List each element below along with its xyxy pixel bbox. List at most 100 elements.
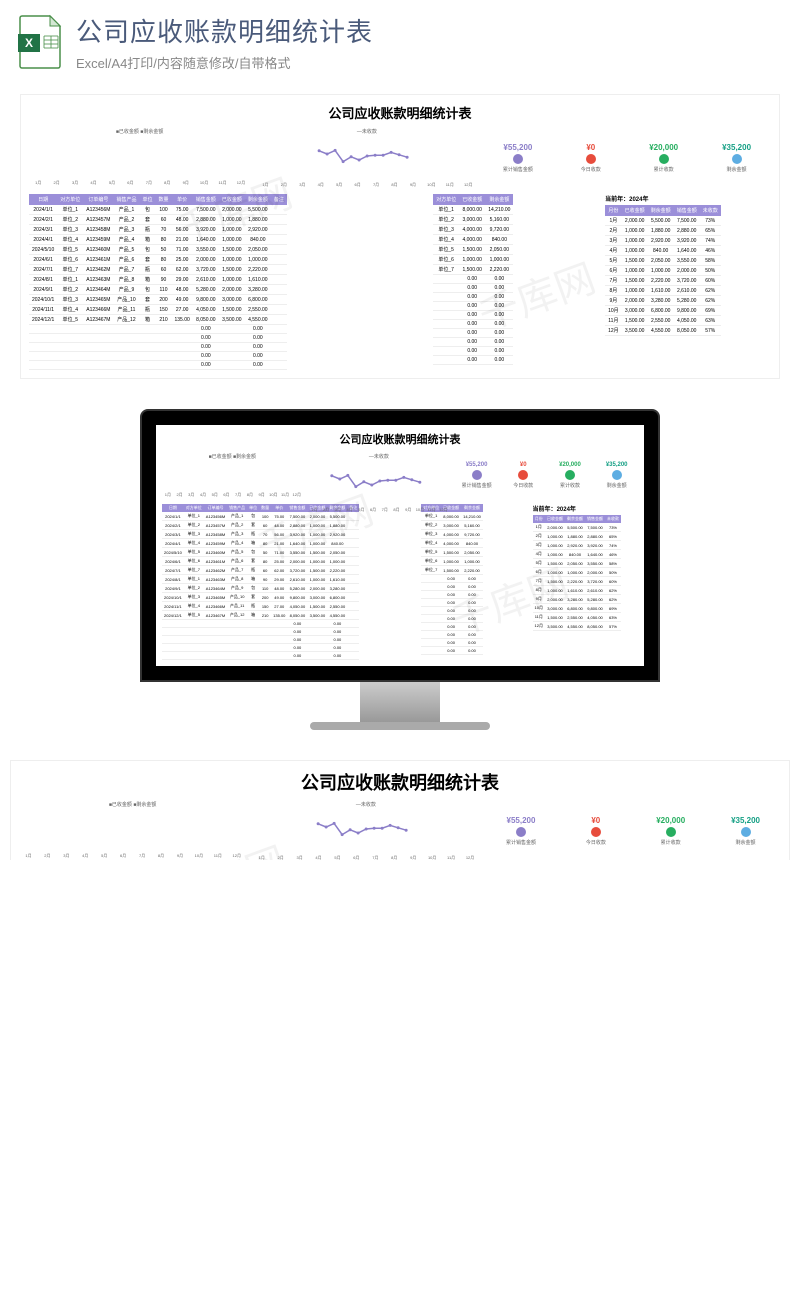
kpi-value: ¥35,200: [702, 143, 771, 152]
table-row: 7月1,500.002,220.003,720.0060%: [605, 276, 721, 286]
table-row: 单位_44,000.00840.00: [421, 539, 483, 548]
bar-chart: ■已收金额 ■剩余金额 1月2月3月4月5月6月7月8月9月10月11月12月: [29, 128, 250, 188]
table-row: 0.000.00: [433, 347, 513, 356]
table-row: 2024/11/1单位_4A123466M产品_11瓶15027.004,050…: [29, 305, 287, 315]
kpi-icon: [666, 827, 676, 837]
excel-file-icon: X: [16, 14, 64, 70]
table-row: 2024/1/1单位_1A123456M产品_1包10075.007,500.0…: [162, 512, 359, 521]
line-chart: —未收款 1月2月3月4月5月6月7月8月9月10月11月12月: [256, 128, 477, 188]
table-row: 单位_51,500.002,050.00: [421, 548, 483, 557]
table-row: 0.000.00: [421, 639, 483, 647]
table-row: 单位_61,000.001,000.00: [421, 557, 483, 566]
kpi-label: 累计销售金额: [483, 166, 552, 173]
table-row: 11月1,500.002,550.004,050.0063%: [533, 613, 621, 622]
kpi-card: ¥55,200 累计销售金额: [483, 143, 552, 173]
table-row: 5月1,500.002,050.003,550.0058%: [605, 256, 721, 266]
table-row: 2024/11/1单位_4A123466M产品_11瓶15027.004,050…: [162, 602, 359, 611]
table-row: 单位_51,500.002,050.00: [433, 245, 513, 255]
svg-text:X: X: [25, 36, 33, 50]
table-row: 单位_34,000.009,720.00: [433, 225, 513, 235]
data-table: 月份已收金额剩余金额销售金额未收款1月2,000.005,500.007,500…: [533, 515, 621, 631]
kpi-icon: [565, 470, 575, 480]
table-row: 0.000.00: [421, 591, 483, 599]
table-row: 单位_18,000.0014,210.00: [433, 205, 513, 215]
kpi-row: ¥55,200 累计销售金额 ¥0 今日收款 ¥20,000 累计收款 ¥35,…: [455, 453, 638, 498]
table-row: 0.000.00: [421, 623, 483, 631]
kpi-icon: [516, 827, 526, 837]
table-row: 4月1,000.00840.001,640.0046%: [605, 246, 721, 256]
table-row: 8月1,000.001,610.002,610.0062%: [605, 286, 721, 296]
table-row: 0.000.00: [433, 284, 513, 293]
table-row: 11月1,500.002,550.004,050.0063%: [605, 316, 721, 326]
kpi-label: 累计收款: [635, 839, 706, 846]
kpi-icon: [472, 470, 482, 480]
table-row: 2024/1/1单位_1A123456M产品_1包10075.007,500.0…: [29, 205, 287, 215]
sheet-title: 公司应收账款明细统计表: [29, 103, 771, 122]
table-row: 1月2,000.005,500.007,500.0073%: [605, 216, 721, 226]
kpi-value: ¥20,000: [549, 462, 592, 468]
table-row: 3月1,000.002,920.003,920.0074%: [533, 541, 621, 550]
table-row: 2024/4/1单位_4A123459M产品_4箱8021.001,640.00…: [162, 539, 359, 548]
table-row: 2月1,000.001,880.002,880.0065%: [533, 532, 621, 541]
table-row: 2024/8/1单位_1A123463M产品_8箱9029.002,610.00…: [29, 275, 287, 285]
table-row: 0.000.00: [433, 356, 513, 365]
kpi-label: 累计销售金额: [455, 482, 498, 489]
year-label: 当前年：2024年: [605, 194, 771, 203]
table-row: 单位_23,000.005,160.00: [421, 521, 483, 530]
table-row: 2024/8/1单位_1A123463M产品_8箱9029.002,610.00…: [162, 575, 359, 584]
kpi-icon: [591, 827, 601, 837]
table-row: 12月3,500.004,550.008,050.0057%: [605, 326, 721, 336]
table-row: 10月3,000.006,800.009,800.0069%: [605, 306, 721, 316]
kpi-value: ¥35,200: [595, 462, 638, 468]
table-row: 8月1,000.001,610.002,610.0062%: [533, 586, 621, 595]
kpi-row: ¥55,200 累计销售金额 ¥0 今日收款 ¥20,000 累计收款 ¥35,…: [483, 128, 771, 188]
table-row: 2024/6/1单位_6A123461M产品_6套8025.002,000.00…: [29, 255, 287, 265]
kpi-value: ¥35,200: [710, 816, 781, 825]
sheet-preview-large: 千库网 千库网 公司应收账款明细统计表 ■已收金额 ■剩余金额 1月2月3月4月…: [20, 94, 780, 379]
kpi-label: 累计收款: [549, 482, 592, 489]
table-row: 2024/9/1单位_2A123464M产品_9包11048.005,280.0…: [29, 285, 287, 295]
table-row: 0.000.00: [433, 329, 513, 338]
table-row: 2024/10/1单位_3A123465M产品_10套20049.009,800…: [162, 593, 359, 602]
table-row: 单位_23,000.005,160.00: [433, 215, 513, 225]
kpi-icon: [513, 154, 523, 164]
sheet-title: 公司应收账款明细统计表: [19, 769, 781, 795]
kpi-card: ¥20,000 累计收款: [549, 462, 592, 489]
kpi-value: ¥0: [560, 816, 631, 825]
data-table: 月份已收金额剩余金额销售金额未收款1月2,000.005,500.007,500…: [605, 205, 721, 336]
kpi-label: 累计销售金额: [486, 839, 557, 846]
kpi-card: ¥35,200 剩余金额: [710, 816, 781, 846]
kpi-value: ¥55,200: [486, 816, 557, 825]
table-row: 0.000.00: [421, 599, 483, 607]
table-row: 0.000.00: [29, 361, 287, 370]
line-chart: —未收款 1月2月3月4月5月6月7月8月9月10月11月12月: [252, 801, 479, 860]
sheet-preview-monitor: 千库网 千库网 公司应收账款明细统计表 ■已收金额 ■剩余金额 1月2月3月4月…: [156, 425, 644, 666]
table-row: 0.000.00: [162, 620, 359, 628]
table-row: 2024/12/1单位_5A123467M产品_12箱210135.008,05…: [29, 315, 287, 325]
table-row: 0.000.00: [29, 334, 287, 343]
kpi-value: ¥0: [556, 143, 625, 152]
table-row: 2024/2/1单位_2A123457M产品_2套6048.002,880.00…: [162, 521, 359, 530]
table-row: 2024/2/1单位_2A123457M产品_2套6048.002,880.00…: [29, 215, 287, 225]
table-row: 单位_34,000.009,720.00: [421, 530, 483, 539]
kpi-value: ¥20,000: [635, 816, 706, 825]
data-table: 日期对方单位订单编号销售产品单位数量单价销售金额已收金额剩余金额备注2024/1…: [162, 504, 359, 660]
table-row: 单位_71,500.002,220.00: [421, 566, 483, 575]
kpi-value: ¥55,200: [455, 462, 498, 468]
table-row: 0.000.00: [421, 583, 483, 591]
table-row: 7月1,500.002,220.003,720.0060%: [533, 577, 621, 586]
kpi-card: ¥35,200 剩余金额: [595, 462, 638, 489]
kpi-value: ¥20,000: [629, 143, 698, 152]
table-row: 0.000.00: [29, 343, 287, 352]
kpi-label: 剩余金额: [702, 166, 771, 173]
table-row: 2024/10/1单位_3A123465M产品_10套20049.009,800…: [29, 295, 287, 305]
kpi-label: 剩余金额: [710, 839, 781, 846]
line-chart: —未收款 1月2月3月4月5月6月7月8月9月10月11月12月: [309, 453, 450, 498]
bar-chart: ■已收金额 ■剩余金额 1月2月3月4月5月6月7月8月9月10月11月12月: [19, 801, 246, 860]
kpi-card: ¥20,000 累计收款: [629, 143, 698, 173]
kpi-icon: [612, 470, 622, 480]
table-row: 单位_71,500.002,220.00: [433, 265, 513, 275]
page-header: X 公司应收账款明细统计表 Excel/A4打印/内容随意修改/自带格式: [0, 0, 800, 84]
table-row: 0.000.00: [433, 302, 513, 311]
table-row: 1月2,000.005,500.007,500.0073%: [533, 523, 621, 532]
